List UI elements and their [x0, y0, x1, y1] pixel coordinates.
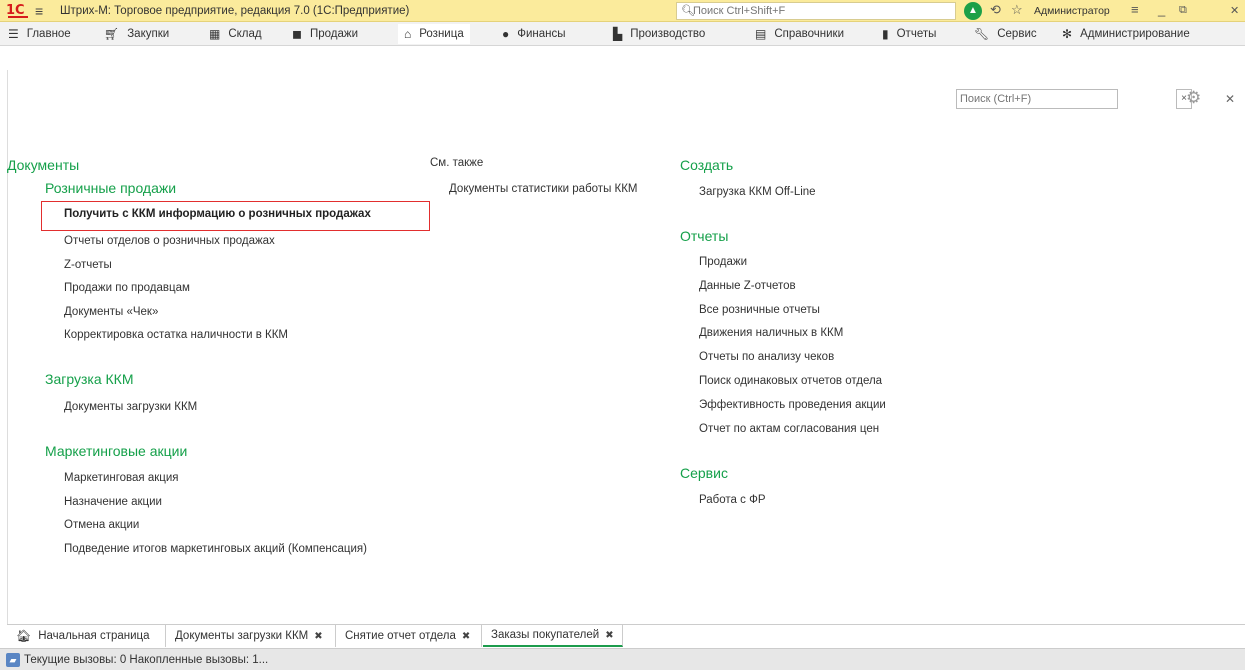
section-retail[interactable]: ⌂ Розница	[398, 24, 470, 44]
factory-icon: ▙	[613, 27, 623, 41]
close-tab-icon[interactable]: ✖	[605, 630, 613, 641]
app-logo-underline	[8, 16, 28, 18]
group-documents-title: Документы	[7, 157, 80, 173]
link-promo-assignment[interactable]: Назначение акции	[64, 496, 162, 508]
tab-home[interactable]: 🏠︎ Начальная страница	[8, 625, 166, 647]
wrench-icon: 🔧︎	[974, 27, 990, 41]
settings-menu-icon[interactable]: ≡	[1131, 2, 1139, 17]
group-service-title: Сервис	[680, 465, 728, 481]
section-label: Сервис	[997, 28, 1037, 40]
main-menu-icon[interactable]: ≡	[35, 3, 43, 19]
link-report-sales[interactable]: Продажи	[699, 256, 747, 268]
link-sales-by-sellers[interactable]: Продажи по продавцам	[64, 282, 190, 294]
window-title: Штрих-М: Торговое предприятие, редакция …	[60, 5, 410, 17]
subgroup-retail-title: Розничные продажи	[45, 180, 177, 196]
favorites-star-icon[interactable]: ☆	[1011, 2, 1023, 18]
close-window-icon[interactable]: ✕	[1230, 4, 1239, 17]
link-cash-balance-correction[interactable]: Корректировка остатка наличности в ККМ	[64, 329, 288, 341]
link-get-kkm-retail-info[interactable]: Получить с ККМ информацию о розничных пр…	[64, 208, 371, 220]
section-catalogs[interactable]: ▤ Справочники	[755, 24, 844, 44]
window-title-bar: 1С ≡ Штрих-М: Торговое предприятие, реда…	[0, 0, 1245, 22]
section-label: Главное	[26, 28, 71, 40]
subgroup-marketing-title: Маркетинговые акции	[45, 443, 188, 459]
link-kkm-offline-load[interactable]: Загрузка ККМ Off-Line	[699, 186, 816, 198]
settings-gear-icon[interactable]: ⚙	[1186, 88, 1201, 108]
cart-icon: 🛒︎	[104, 27, 120, 41]
link-kkm-statistics-documents[interactable]: Документы статистики работы ККМ	[449, 183, 638, 195]
global-search[interactable]: 🔍︎	[676, 2, 956, 20]
close-tab-icon[interactable]: ✖	[314, 631, 322, 642]
section-administration[interactable]: ✻ Администрирование	[1062, 24, 1190, 44]
section-label: Финансы	[517, 28, 566, 40]
close-pane-icon[interactable]: ✕	[1225, 92, 1235, 106]
link-fiscal-registrar[interactable]: Работа с ФР	[699, 494, 766, 506]
section-reports[interactable]: ▮ Отчеты	[882, 24, 936, 44]
section-label: Справочники	[774, 28, 845, 40]
link-receipt-documents[interactable]: Документы «Чек»	[64, 306, 158, 318]
section-label: Склад	[228, 28, 262, 40]
link-report-price-agreement[interactable]: Отчет по актам согласования цен	[699, 423, 879, 435]
section-label: Администрирование	[1080, 28, 1190, 40]
section-purchases[interactable]: 🛒︎ Закупки	[104, 24, 169, 44]
status-bar: ▰ Текущие вызовы: 0 Накопленные вызовы: …	[0, 648, 1245, 670]
ruble-icon: ●	[502, 27, 510, 41]
subgroup-kkm-load-title: Загрузка ККМ	[45, 371, 134, 387]
section-label: Закупки	[127, 28, 170, 40]
link-marketing-promo[interactable]: Маркетинговая акция	[64, 472, 179, 484]
book-icon: ▤	[755, 27, 767, 41]
maximize-icon[interactable]: ⧉	[1179, 4, 1187, 17]
link-department-retail-reports[interactable]: Отчеты отделов о розничных продажах	[64, 235, 275, 247]
server-calls-icon: ▰	[6, 652, 20, 667]
section-label: Продажи	[309, 28, 358, 40]
link-report-cash-movement[interactable]: Движения наличных в ККМ	[699, 327, 843, 339]
link-report-duplicate-department[interactable]: Поиск одинаковых отчетов отдела	[699, 375, 882, 387]
home-icon: 🏠︎	[16, 629, 32, 643]
group-create-title: Создать	[680, 157, 734, 173]
link-report-receipt-analysis[interactable]: Отчеты по анализу чеков	[699, 351, 834, 363]
gear-icon: ✻	[1062, 27, 1073, 41]
group-reports-title: Отчеты	[680, 228, 729, 244]
status-text: Текущие вызовы: 0 Накопленные вызовы: 1.…	[24, 653, 269, 666]
tab-label: Документы загрузки ККМ	[175, 630, 309, 642]
link-promo-cancel[interactable]: Отмена акции	[64, 519, 139, 531]
link-promo-results[interactable]: Подведение итогов маркетинговых акций (К…	[64, 543, 367, 555]
section-sales[interactable]: ◼ Продажи	[292, 24, 358, 44]
section-main[interactable]: ☰ Главное	[8, 24, 71, 44]
global-search-input[interactable]	[693, 4, 951, 18]
section-content-pane	[7, 70, 1245, 624]
pane-search-input[interactable]	[957, 90, 1097, 108]
section-finance[interactable]: ● Финансы	[502, 24, 566, 44]
link-report-z-data[interactable]: Данные Z-отчетов	[699, 280, 796, 292]
see-also-title: См. также	[430, 157, 484, 169]
tab-label: Снятие отчет отдела	[345, 630, 456, 642]
link-report-all-retail[interactable]: Все розничные отчеты	[699, 304, 820, 316]
pane-search-box[interactable]	[956, 89, 1118, 109]
warehouse-icon: ▦	[209, 27, 221, 41]
tab-label: Начальная страница	[38, 630, 150, 642]
section-production[interactable]: ▙ Производство	[613, 24, 705, 44]
notification-icon[interactable]: ▲	[964, 2, 982, 20]
minimize-icon[interactable]: _	[1158, 2, 1165, 17]
bag-icon: ◼	[292, 27, 302, 41]
tab-customer-orders[interactable]: Заказы покупателей ✖	[483, 625, 623, 647]
section-warehouse[interactable]: ▦ Склад	[209, 24, 262, 44]
section-label: Производство	[630, 28, 706, 40]
hamburger-icon: ☰	[8, 27, 19, 41]
link-kkm-load-documents[interactable]: Документы загрузки ККМ	[64, 401, 197, 413]
history-icon[interactable]: ⟲	[990, 2, 1001, 18]
tab-label: Заказы покупателей	[491, 629, 600, 641]
bar-chart-icon: ▮	[882, 27, 889, 41]
link-z-reports[interactable]: Z-отчеты	[64, 259, 112, 271]
tab-department-report[interactable]: Снятие отчет отдела ✖	[337, 625, 482, 647]
tab-kkm-load-documents[interactable]: Документы загрузки ККМ ✖	[167, 625, 336, 647]
section-label: Розница	[419, 28, 464, 40]
section-label: Отчеты	[896, 28, 937, 40]
current-user[interactable]: Администратор	[1034, 5, 1110, 17]
close-tab-icon[interactable]: ✖	[462, 631, 470, 642]
section-service[interactable]: 🔧︎ Сервис	[974, 24, 1037, 44]
link-report-promo-efficiency[interactable]: Эффективность проведения акции	[699, 399, 886, 411]
store-icon: ⌂	[404, 27, 412, 41]
